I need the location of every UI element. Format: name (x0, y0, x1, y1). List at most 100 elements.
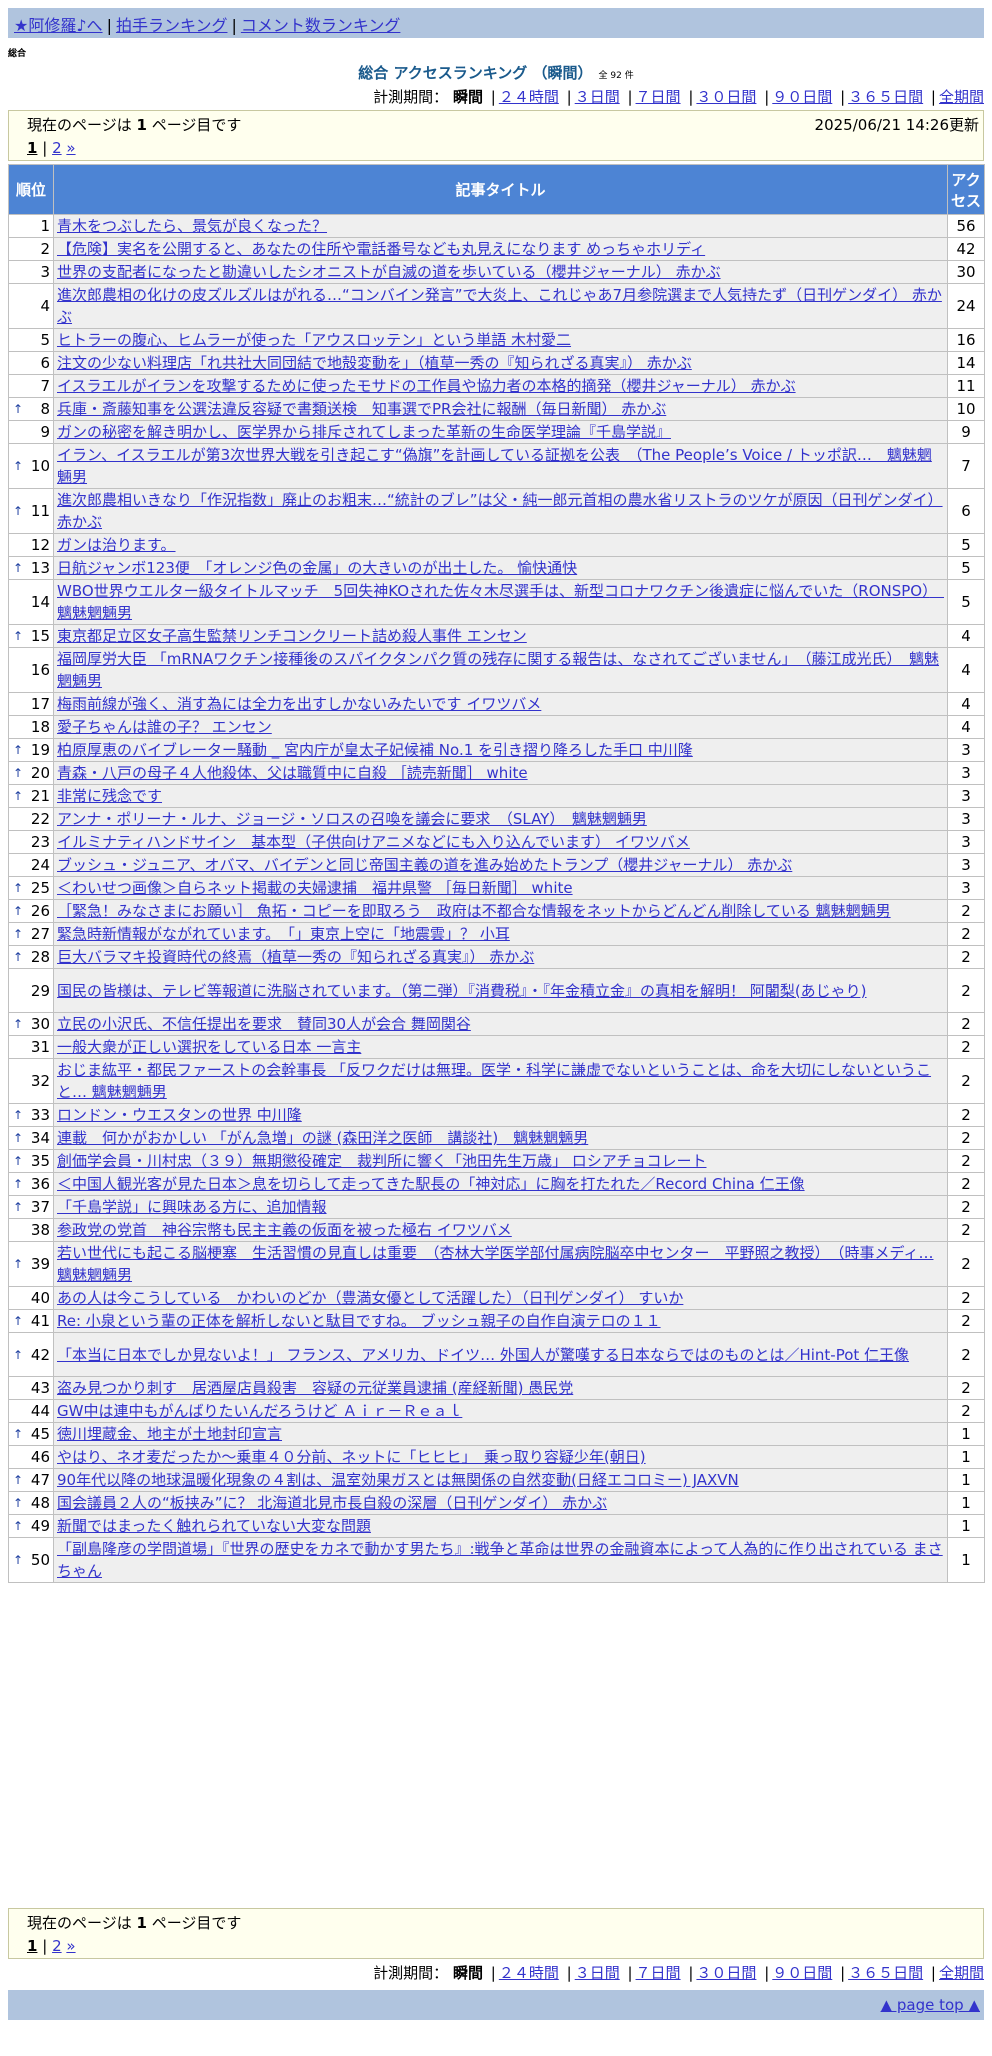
article-title-link[interactable]: 創価学会員・川村忠（３９）無期懲役確定 裁判所に響く「池田先生万歳」 ロシアチョ… (57, 1151, 944, 1172)
article-title-link[interactable]: ［緊急！みなさまにお願い］ 魚拓・コピーを即取ろう 政府は不都合な情報をネットか… (57, 901, 944, 922)
access-count: 1 (947, 1445, 985, 1469)
page-2-link[interactable]: 2 (52, 1937, 62, 1955)
article-title-link[interactable]: Re: 小泉という輩の正体を解析しないと駄目ですね。 ブッシュ親子の自作自演テロ… (57, 1311, 944, 1332)
article-title-link[interactable]: 東京都足立区女子高生監禁リンチコンクリート詰め殺人事件 エンセン (57, 626, 944, 647)
pager-top: 現在のページは 1 ページ目です 2025/06/21 14:26更新 1 | … (8, 110, 984, 161)
article-title-link[interactable]: 非常に残念です (57, 786, 944, 807)
article-title-link[interactable]: ガンは治ります。 (57, 535, 944, 556)
article-title-link[interactable]: ガンの秘密を解き明かし、医学界から排斥されてしまった革新の生命医学理論『千島学説… (57, 422, 944, 443)
period-30d-link[interactable]: ３０日間 (696, 88, 756, 106)
period-24h-link[interactable]: ２４時間 (499, 88, 559, 106)
article-title-link[interactable]: 「千島学説」に興味ある方に、追加情報 (57, 1197, 944, 1218)
period-90d-link[interactable]: ９０日間 (772, 88, 832, 106)
article-title-link[interactable]: アンナ・ポリーナ・ルナ、ジョージ・ソロスの召喚を議会に要求 （SLAY） 魑魅魍… (57, 809, 944, 830)
article-title-link[interactable]: 90年代以降の地球温暖化現象の４割は、温室効果ガスとは無関係の自然変動(日経エコ… (57, 1470, 944, 1491)
article-title-link[interactable]: 柏原厚恵のバイブレーター騒動 _ 宮内庁が皇太子妃候補 No.1 を引き摺り降ろ… (57, 740, 944, 761)
article-title-link[interactable]: 立民の小沢氏、不信任提出を要求 賛同30人が会合 舞岡関谷 (57, 1014, 944, 1035)
footer-bar: ▲ page top ▲ (8, 1990, 984, 2020)
article-title-link[interactable]: ＜わいせつ画像＞自らネット掲載の夫婦逮捕 福井県警 ［毎日新聞］ white (57, 878, 944, 899)
article-title-link[interactable]: 青森・八戸の母子４人他殺体、父は職質中に自殺 ［読売新聞］ white (57, 763, 944, 784)
article-title-link[interactable]: GW中は連中もがんばりたいんだろうけど Ａｉｒ－Ｒｅａｌ (57, 1401, 944, 1422)
period-7d-link[interactable]: ７日間 (636, 1964, 681, 1982)
article-title-link[interactable]: 若い世代にも起こる脳梗塞 生活習慣の見直しは重要 （杏林大学医学部付属病院脳卒中… (57, 1243, 944, 1286)
article-title-link[interactable]: 進次郎農相の化けの皮ズルズルはがれる…“コンバイン発言”で大炎上、これじゃあ7月… (57, 285, 944, 328)
article-title-link[interactable]: 日航ジャンボ123便 「オレンジ色の金属」の大きいのが出土した。 愉快通快 (57, 558, 944, 579)
rank-cell: 24 (8, 853, 54, 877)
clap-ranking-link[interactable]: 拍手ランキング (116, 16, 228, 35)
period-30d-link[interactable]: ３０日間 (696, 1964, 756, 1982)
next-page-link[interactable]: » (66, 139, 75, 157)
rank-number: 32 (30, 1072, 50, 1090)
article-title-link[interactable]: 注文の少ない料理店「れ共社大同団結で地殻変動を」（植草一秀の『知られざる真実』）… (57, 353, 944, 374)
article-title-link[interactable]: やはり、ネオ麦だったか～乗車４０分前、ネットに「ヒヒヒ」 乗っ取り容疑少年(朝日… (57, 1447, 944, 1468)
access-count: 2 (947, 1172, 985, 1196)
article-title-link[interactable]: 梅雨前線が強く、消す為には全力を出すしかないみたいです イワツバメ (57, 694, 944, 715)
rank-cell: 17 (8, 692, 54, 716)
article-title-link[interactable]: ヒトラーの腹心、ヒムラーが使った「アウスロッテン」という単語 木村愛二 (57, 330, 944, 351)
article-title-link[interactable]: 「本当に日本でしか見ないよ！」 フランス、アメリカ、ドイツ… 外国人が驚嘆する日… (57, 1344, 944, 1366)
article-title-link[interactable]: 世界の支配者になったと勘違いしたシオニストが自滅の道を歩いている（櫻井ジャーナル… (57, 262, 944, 283)
period-all-link[interactable]: 全期間 (939, 1964, 984, 1982)
article-title-link[interactable]: 愛子ちゃんは誰の子？ エンセン (57, 717, 944, 738)
title-cell: WBO世界ウエルター級タイトルマッチ 5回失神KOされた佐々木尽選手は、新型コロ… (53, 579, 948, 625)
article-title-link[interactable]: 新聞ではまったく触れられていない大変な問題 (57, 1516, 944, 1537)
ranking-row: ↑ 34 連載 何かがおかしい 「がん急増」の謎 (森田洋之医師 講談社) 魑魅魍魎… (8, 1126, 985, 1150)
article-title-link[interactable]: 一般大衆が正しい選択をしている日本 一言主 (57, 1037, 944, 1058)
period-365d-link[interactable]: ３６５日間 (848, 88, 923, 106)
article-title-link[interactable]: 緊急時新情報がながれています。 「」東京上空に「地震雲」？ 小耳 (57, 924, 944, 945)
article-title-link[interactable]: ブッシュ・ジュニア、オバマ、バイデンと同じ帝国主義の道を進み始めたトランプ（櫻井… (57, 855, 944, 876)
access-count: 1 (947, 1491, 985, 1515)
access-count: 4 (947, 647, 985, 693)
breadcrumb: 総合 (8, 49, 27, 59)
period-365d-link[interactable]: ３６５日間 (848, 1964, 923, 1982)
article-title-link[interactable]: ロンドン・ウエスタンの世界 中川隆 (57, 1105, 944, 1126)
period-7d-link[interactable]: ７日間 (636, 88, 681, 106)
next-page-link[interactable]: » (66, 1937, 75, 1955)
access-count: 2 (947, 1058, 985, 1104)
period-3d-link[interactable]: ３日間 (575, 88, 620, 106)
period-24h-link[interactable]: ２４時間 (499, 1964, 559, 1982)
article-title-link[interactable]: 【危険】実名を公開すると、あなたの住所や電話番号なども丸見えになります めっちゃ… (57, 239, 944, 260)
title-cell: Re: 小泉という輩の正体を解析しないと駄目ですね。 ブッシュ親子の自作自演テロ… (53, 1309, 948, 1333)
article-title-link[interactable]: 「副島隆彦の学問道場」『世界の歴史をカネで動かす男たち』:戦争と革命は世界の金融… (57, 1539, 944, 1582)
ranking-row: 17 梅雨前線が強く、消す為には全力を出すしかないみたいです イワツバメ 4 (8, 692, 985, 716)
period-3d-link[interactable]: ３日間 (575, 1964, 620, 1982)
article-title-link[interactable]: 兵庫・斎藤知事を公選法違反容疑で書類送検 知事選でPR会社に報酬（毎日新聞） 赤… (57, 399, 944, 420)
article-title-link[interactable]: 参政党の党首 神谷宗幣も民主主義の仮面を被った極右 イワツバメ (57, 1220, 944, 1241)
article-title-link[interactable]: イスラエルがイランを攻撃するために使ったモサドの工作員や協力者の本格的摘発（櫻井… (57, 376, 944, 397)
period-90d-link[interactable]: ９０日間 (772, 1964, 832, 1982)
page-2-link[interactable]: 2 (52, 139, 62, 157)
title-cell: 参政党の党首 神谷宗幣も民主主義の仮面を被った極右 イワツバメ (53, 1218, 948, 1242)
article-title-link[interactable]: イラン、イスラエルが第3次世界大戦を引き起こす“偽旗”を計画している証拠を公表 … (57, 445, 944, 488)
article-title-link[interactable]: おじま紘平・都民ファーストの会幹事長 「反ワクだけは無理。医学・科学に謙虚でない… (57, 1060, 944, 1103)
article-title-link[interactable]: イルミナティハンドサイン 基本型（子供向けアニメなどにも入り込んでいます） イワ… (57, 832, 944, 853)
ranking-row: ↑ 35 創価学会員・川村忠（３９）無期懲役確定 裁判所に響く「池田先生万歳」 ロシ… (8, 1149, 985, 1173)
article-title-link[interactable]: WBO世界ウエルター級タイトルマッチ 5回失神KOされた佐々木尽選手は、新型コロ… (57, 581, 944, 624)
ranking-row: ↑ 49 新聞ではまったく触れられていない大変な問題 1 (8, 1514, 985, 1538)
title-cell: ヒトラーの腹心、ヒムラーが使った「アウスロッテン」という単語 木村愛二 (53, 328, 948, 352)
ranking-row: 7 イスラエルがイランを攻撃するために使ったモサドの工作員や協力者の本格的摘発（櫻… (8, 374, 985, 398)
article-title-link[interactable]: 盗み見つかり刺す 居酒屋店員殺害 容疑の元従業員逮捕 (産経新聞) 愚民党 (57, 1378, 944, 1399)
access-count: 2 (947, 1103, 985, 1127)
ranking-row: 4 進次郎農相の化けの皮ズルズルはがれる…“コンバイン発言”で大炎上、これじゃあ7… (8, 283, 985, 329)
article-title-link[interactable]: 国会議員２人の“板挟み”に？ 北海道北見市長自殺の深層（日刊ゲンダイ） 赤かぶ (57, 1493, 944, 1514)
article-title-link[interactable]: 青木をつぶしたら、景気が良くなった？ (57, 216, 944, 237)
home-link[interactable]: ★阿修羅♪へ (14, 16, 103, 35)
ranking-row: 38 参政党の党首 神谷宗幣も民主主義の仮面を被った極右 イワツバメ 2 (8, 1218, 985, 1242)
article-title-link[interactable]: 巨大バラマキ投資時代の終焉（植草一秀の『知られざる真実』） 赤かぶ (57, 947, 944, 968)
article-title-link[interactable]: 進次郎農相いきなり「作況指数」廃止のお粗末…“統計のブレ”は父・純一郎元首相の農… (57, 490, 944, 533)
access-count: 2 (947, 1376, 985, 1400)
comment-ranking-link[interactable]: コメント数ランキング (241, 16, 401, 35)
ranking-row: ↑ 21 非常に残念です 3 (8, 784, 985, 808)
article-title-link[interactable]: 連載 何かがおかしい 「がん急増」の謎 (森田洋之医師 講談社) 魑魅魍魎男 (57, 1128, 944, 1149)
page-top-link[interactable]: ▲ page top ▲ (881, 1996, 980, 2014)
period-all-link[interactable]: 全期間 (939, 88, 984, 106)
article-title-link[interactable]: ＜中国人観光客が見た日本＞息を切らして走ってきた駅長の「神対応」に胸を打たれた／… (57, 1174, 944, 1195)
title-cell: ブッシュ・ジュニア、オバマ、バイデンと同じ帝国主義の道を進み始めたトランプ（櫻井… (53, 853, 948, 877)
rank-up-arrow-icon: ↑ (13, 1347, 24, 1362)
article-title-link[interactable]: あの人は今こうしている かわいのどか（豊満女優として活躍した）（日刊ゲンダイ） … (57, 1288, 944, 1309)
article-title-link[interactable]: 徳川埋蔵金、地主が土地封印宣言 (57, 1424, 944, 1445)
article-title-link[interactable]: 福岡厚労大臣 「mRNAワクチン接種後のスパイクタンパク質の残存に関する報告は、… (57, 649, 944, 692)
article-title-link[interactable]: 国民の皆様は、テレビ等報道に洗脳されています。（第二弾）『消費税』・『年金積立金… (57, 980, 944, 1002)
access-count: 3 (947, 807, 985, 831)
